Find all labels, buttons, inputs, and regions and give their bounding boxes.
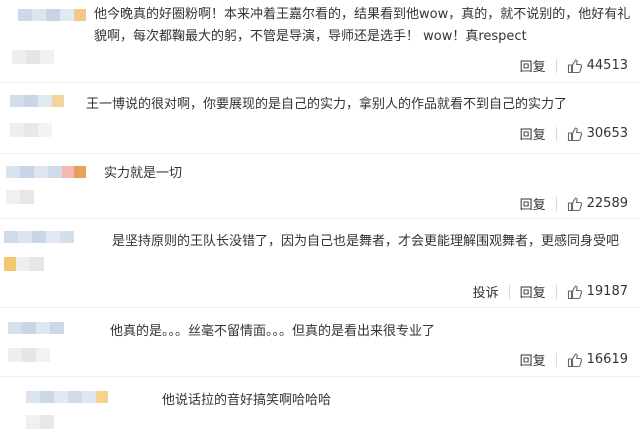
reply-button[interactable]: 回复 [520,56,546,75]
thumbs-up-icon [567,352,582,367]
like-count: 16619 [586,352,628,367]
blurred-username [26,391,108,403]
action-divider [555,126,557,141]
action-divider [555,58,557,73]
blurred-avatar [26,415,54,429]
blurred-avatar [10,123,52,137]
comment-text: 实力就是一切 [104,166,183,181]
blurred-username [8,322,64,334]
like-count: 44513 [586,58,628,73]
blurred-username [4,231,74,243]
reply-button[interactable]: 回复 [520,194,546,213]
comment-item: 实力就是一切 回复 22589 [0,154,640,218]
blurred-username [10,95,64,107]
comment-item: 他今晚真的好圈粉啊！本来冲着王嘉尔看的，结果看到他wow，真的，就不说别的，他好… [0,0,640,82]
blurred-avatar [6,190,34,204]
comment-actions: 回复 30653 [520,124,628,143]
thumbs-up-icon [567,126,582,141]
blurred-avatar [12,50,54,64]
like-count: 30653 [586,126,628,141]
comment-text: 他说话拉的音好搞笑啊哈哈哈 [162,393,332,408]
comment-item: 是坚持原则的王队长没错了，因为自己也是舞者，才会更能理解围观舞者，更感同身受吧 … [0,219,640,307]
blurred-avatar [4,257,44,271]
comment-item: 他真的是。。。丝毫不留情面。。。但真的是看出来很专业了 回复 16619 [0,308,640,376]
like-button[interactable]: 16619 [567,352,628,368]
thumbs-up-icon [567,196,582,211]
like-count: 19187 [586,284,628,299]
reply-button[interactable]: 回复 [520,124,546,143]
comment-actions: 回复 44513 [520,56,628,75]
blurred-avatar [8,348,50,362]
thumbs-up-icon [567,58,582,73]
comment-text: 他今晚真的好圈粉啊！本来冲着王嘉尔看的，结果看到他wow，真的，就不说别的，他好… [94,7,631,44]
comment-text: 是坚持原则的王队长没错了，因为自己也是舞者，才会更能理解围观舞者，更感同身受吧 [112,234,620,249]
comment-text: 他真的是。。。丝毫不留情面。。。但真的是看出来很专业了 [110,324,436,339]
action-divider [555,352,557,367]
blurred-username [6,166,86,178]
comment-item: 他说话拉的音好搞笑啊哈哈哈 [0,377,640,432]
like-button[interactable]: 44513 [567,58,628,74]
like-count: 22589 [586,196,628,211]
like-button[interactable]: 30653 [567,126,628,142]
like-button[interactable]: 22589 [567,196,628,212]
comment-actions: 回复 22589 [520,194,628,213]
like-button[interactable]: 19187 [567,284,628,300]
comment-text: 王一博说的很对啊，你要展现的是自己的实力，拿别人的作品就看不到自己的实力了 [86,97,568,112]
action-divider [555,196,557,211]
thumbs-up-icon [567,284,582,299]
comment-actions: 回复 16619 [520,350,628,369]
comment-actions: 投诉 回复 19187 [473,282,628,301]
reply-button[interactable]: 回复 [520,350,546,369]
action-divider [508,284,510,299]
report-button[interactable]: 投诉 [473,282,499,301]
reply-button[interactable]: 回复 [520,282,546,301]
blurred-username [18,9,86,21]
comment-item: 王一博说的很对啊，你要展现的是自己的实力，拿别人的作品就看不到自己的实力了 回复… [0,83,640,153]
action-divider [555,284,557,299]
